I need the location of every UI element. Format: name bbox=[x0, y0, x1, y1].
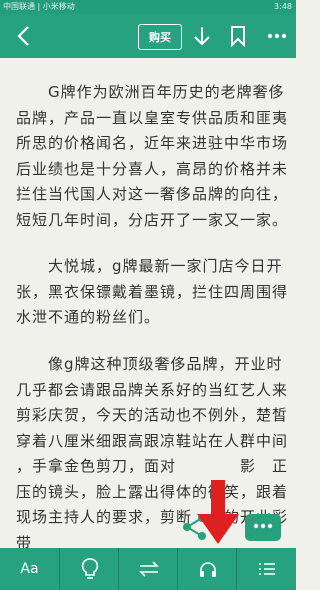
text-line: G牌作为欧洲百年历史的老牌奢侈 bbox=[16, 83, 285, 101]
paragraph: 大悦城，g牌最新一家门店今日开 张，黑衣保镖戴着墨镜，拦住四周围得 水泄不通的粉… bbox=[16, 254, 288, 331]
carrier-text: 中国联通 | 小米移动 bbox=[3, 2, 75, 11]
text-line: 拦住当代国人对这一奢侈品牌的向往， bbox=[16, 185, 289, 203]
pointer-arrow-icon bbox=[195, 480, 241, 550]
text-line: 短短几年时间，分店开了一家又一家。 bbox=[16, 210, 289, 229]
font-settings-button[interactable]: Aa bbox=[0, 548, 59, 590]
brightness-icon[interactable] bbox=[60, 548, 119, 590]
comment-icon[interactable] bbox=[245, 514, 281, 541]
listen-icon[interactable] bbox=[178, 548, 237, 590]
text-line: ，手拿金色剪刀，面对 影 正 bbox=[16, 457, 289, 475]
back-icon[interactable] bbox=[6, 14, 42, 58]
bookmark-icon[interactable] bbox=[224, 14, 252, 58]
text-line: 品牌，产品一直以皇室专供品质和匪夷 bbox=[16, 108, 289, 127]
table-of-contents-icon[interactable] bbox=[237, 548, 296, 590]
text-line: 像g牌这种顶级奢侈品牌，开业时 bbox=[16, 355, 283, 373]
status-bar: 中国联通 | 小米移动 3:48 bbox=[0, 0, 296, 14]
download-icon[interactable] bbox=[188, 14, 216, 58]
more-icon[interactable] bbox=[262, 14, 292, 58]
reading-content: G牌作为欧洲百年历史的老牌奢侈 品牌，产品一直以皇室专供品质和匪夷 所思的价格闻… bbox=[0, 58, 296, 548]
text-line: 所思的价格闻名，近年来进驻中华市场 bbox=[16, 134, 289, 152]
text-line: 水泄不通的粉丝们。 bbox=[16, 308, 161, 326]
text-line: 剪彩庆贺，今天的活动也不例外，楚皙 bbox=[16, 406, 289, 424]
page-mode-icon[interactable] bbox=[119, 548, 178, 590]
reader-toolbar: 购买 bbox=[0, 14, 296, 58]
text-line: 大悦城，g牌最新一家门店今日开 bbox=[16, 257, 283, 275]
paragraph: G牌作为欧洲百年历史的老牌奢侈 品牌，产品一直以皇室专供品质和匪夷 所思的价格闻… bbox=[16, 80, 288, 233]
text-line: 穿着八厘米细跟高跟凉鞋站在人群中间 bbox=[16, 431, 289, 450]
clock-text: 3:48 bbox=[274, 2, 292, 11]
text-line: 压的镜头，脸上露出得体的微笑，跟着 bbox=[16, 482, 289, 501]
text-line: 几乎都会请跟品牌关系好的当红艺人来 bbox=[16, 380, 289, 399]
bottom-toolbar: Aa bbox=[0, 548, 296, 590]
text-line: 后业绩也是十分喜人，高昂的价格并未 bbox=[16, 159, 289, 178]
text-line: 张，黑衣保镖戴着墨镜，拦住四周围得 bbox=[16, 282, 289, 301]
buy-button[interactable]: 购买 bbox=[138, 24, 182, 50]
